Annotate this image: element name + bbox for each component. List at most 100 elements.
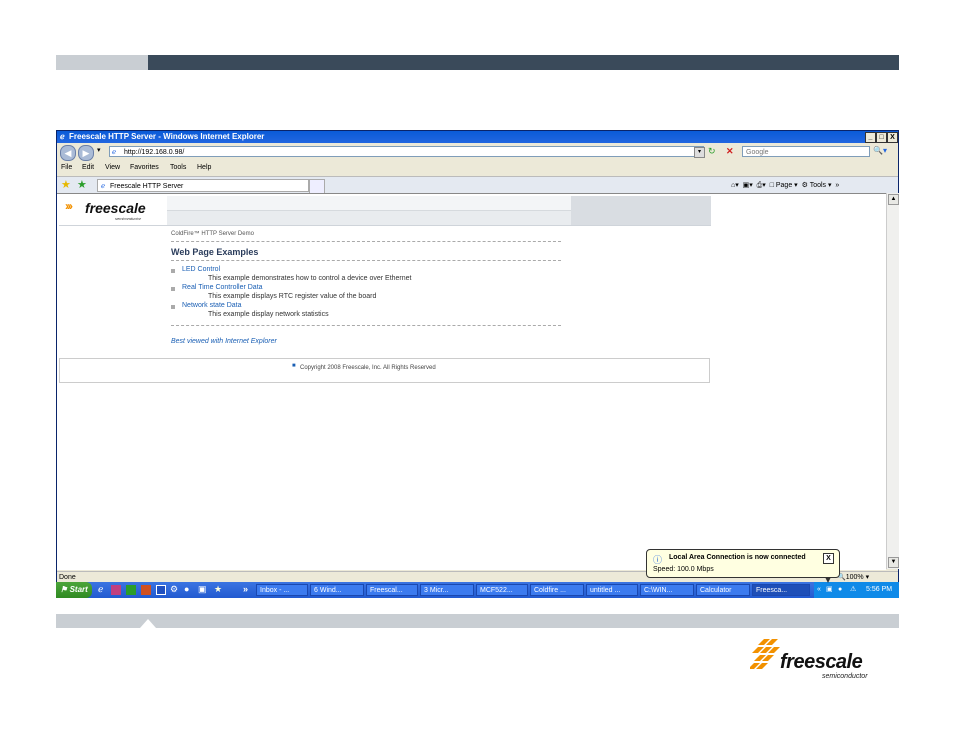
address-dropdown-icon[interactable]: ▾: [694, 147, 705, 158]
search-icon[interactable]: 🔍▾: [873, 146, 887, 155]
tab-page-icon: ℯ: [101, 183, 106, 190]
network-icon[interactable]: ▣: [826, 582, 833, 598]
new-tab-button[interactable]: [309, 179, 325, 194]
taskbar-item-freescale-ie[interactable]: Freesca...: [752, 584, 810, 596]
history-dropdown-icon[interactable]: ▾: [97, 146, 101, 154]
menu-file[interactable]: File: [61, 162, 72, 174]
notification-body: Speed: 100.0 Mbps: [653, 566, 714, 573]
desc-led-control: This example demonstrates how to control…: [208, 275, 412, 282]
refresh-icon[interactable]: ↻: [708, 146, 716, 157]
menu-edit[interactable]: Edit: [82, 162, 94, 174]
page-menu-label: Page: [775, 182, 793, 189]
scroll-up-icon[interactable]: ▲: [888, 194, 899, 205]
taskbar-item-coldfire[interactable]: Coldfire ...: [530, 584, 584, 596]
copyright-text: Copyright 2008 Freescale, Inc. All Right…: [300, 365, 436, 371]
divider: [171, 241, 561, 242]
info-icon: ⓘ: [653, 555, 663, 565]
header-band-top: [167, 196, 571, 211]
taskbar-item-freescale[interactable]: Freescal...: [366, 584, 418, 596]
notification-title: Local Area Connection is now connected: [669, 554, 806, 561]
add-favorite-icon[interactable]: ★: [77, 178, 87, 191]
stop-icon[interactable]: ✕: [726, 146, 734, 157]
copyright-bullet-icon: ■: [292, 363, 296, 369]
taskbar-item-cmd[interactable]: C:\WIN...: [640, 584, 694, 596]
slide-logo-word: freescale: [780, 651, 863, 673]
back-button[interactable]: ◀: [60, 145, 76, 161]
quicklaunch-tool-icon[interactable]: ⚙: [170, 584, 178, 595]
address-bar[interactable]: ℯ http://192.168.0.98/: [109, 146, 704, 157]
quicklaunch-word-icon[interactable]: [156, 585, 166, 595]
home-icon[interactable]: ⌂▾: [731, 182, 739, 189]
tools-menu[interactable]: ⚙ Tools ▾: [802, 182, 832, 189]
search-input[interactable]: Google: [742, 146, 870, 157]
tray-app-icon[interactable]: ●: [838, 582, 842, 598]
gear-icon: ⚙: [801, 182, 808, 189]
taskbar-item-untitled[interactable]: untitled ...: [586, 584, 638, 596]
ie-window: ℯ Freescale HTTP Server - Windows Intern…: [56, 130, 899, 598]
taskbar-more-icon[interactable]: »: [243, 584, 248, 594]
link-rtc-data[interactable]: Real Time Controller Data: [182, 284, 263, 291]
vertical-scrollbar[interactable]: ▲ ▼: [886, 193, 899, 569]
page-icon-small: □: [769, 182, 774, 189]
link-led-control[interactable]: LED Control: [182, 266, 220, 273]
slide-bottom-notch: [140, 619, 156, 628]
page-menu[interactable]: □ Page ▾: [770, 182, 798, 189]
slide-top-bar-dark: [148, 55, 899, 70]
taskbar: ⚑ Start ℯ ⚙ ● ▣ ★ » Inbox - ... 6 Wind..…: [56, 582, 899, 598]
header-right-block: [571, 196, 711, 225]
slide-freescale-logo: freescale semiconductor: [750, 637, 885, 682]
link-network-state[interactable]: Network state Data: [182, 302, 242, 309]
quicklaunch-globe-icon[interactable]: ●: [184, 584, 189, 594]
close-button[interactable]: X: [887, 132, 898, 143]
bullet-icon: [171, 287, 175, 291]
page-footer: ■ Copyright 2008 Freescale, Inc. All Rig…: [59, 358, 710, 383]
windows-flag-icon: ⚑: [60, 585, 68, 594]
maximize-button[interactable]: □: [876, 132, 887, 143]
print-icon[interactable]: ⎙▾: [757, 182, 766, 189]
quicklaunch-access-icon[interactable]: [141, 585, 151, 595]
forward-button[interactable]: ▶: [78, 145, 94, 161]
taskbar-item-windows[interactable]: 6 Wind...: [310, 584, 364, 596]
menu-favorites[interactable]: Favorites: [130, 162, 159, 174]
window-title: Freescale HTTP Server - Windows Internet…: [69, 132, 265, 141]
quicklaunch-ie-icon[interactable]: ℯ: [98, 584, 103, 595]
title-bar[interactable]: ℯ Freescale HTTP Server - Windows Intern…: [57, 131, 898, 143]
scroll-down-icon[interactable]: ▼: [888, 557, 899, 568]
quicklaunch-excel-icon[interactable]: [126, 585, 136, 595]
menu-help[interactable]: Help: [197, 162, 211, 174]
breadcrumb: ColdFire™ HTTP Server Demo: [171, 231, 254, 237]
security-icon[interactable]: ⚠: [850, 582, 856, 598]
tray-collapse-icon[interactable]: «: [817, 582, 821, 598]
taskbar-item-microsoft[interactable]: 3 Micr...: [420, 584, 474, 596]
notification-close-button[interactable]: X: [823, 553, 834, 564]
network-notification[interactable]: ⓘ Local Area Connection is now connected…: [646, 549, 840, 578]
chevron-more-icon[interactable]: »: [835, 182, 839, 189]
command-bar: ⌂▾ ▣▾ ⎙▾ □ Page ▾ ⚙ Tools ▾ »: [731, 180, 839, 192]
address-url: http://192.168.0.98/: [124, 149, 185, 156]
menu-tools[interactable]: Tools: [170, 162, 186, 174]
best-viewed-note: Best viewed with Internet Explorer: [171, 338, 277, 345]
address-row: ◀ ▶ ▾ ℯ http://192.168.0.98/ ▾ ↻ ✕ Googl…: [57, 143, 898, 161]
taskbar-item-inbox[interactable]: Inbox - ...: [256, 584, 308, 596]
quicklaunch-misc-icon[interactable]: ★: [214, 584, 222, 595]
start-button[interactable]: ⚑ Start: [56, 582, 92, 598]
minimize-button[interactable]: _: [865, 132, 876, 143]
taskbar-item-calculator[interactable]: Calculator: [696, 584, 750, 596]
freescale-chevrons-icon: ›››: [65, 199, 73, 213]
page-content: ››› freescale semiconductor ColdFire™ HT…: [57, 193, 886, 570]
slide-top-bar-light: [56, 55, 148, 70]
feeds-icon[interactable]: ▣▾: [743, 182, 753, 189]
tab-freescale[interactable]: ℯ Freescale HTTP Server: [97, 179, 309, 192]
quicklaunch-calendar-icon[interactable]: ▣: [198, 584, 207, 595]
clock[interactable]: 5:56 PM: [866, 582, 892, 598]
divider: [171, 260, 561, 261]
quicklaunch-app-icon[interactable]: [111, 585, 121, 595]
bullet-icon: [171, 305, 175, 309]
tools-menu-label: Tools: [809, 182, 827, 189]
ie-logo-icon: ℯ: [60, 132, 65, 141]
taskbar-item-mcf[interactable]: MCF522...: [476, 584, 528, 596]
divider: [171, 325, 561, 326]
tab-row: ★ ★ ℯ Freescale HTTP Server ⌂▾ ▣▾ ⎙▾ □ P…: [57, 176, 898, 194]
favorites-star-icon[interactable]: ★: [61, 178, 71, 191]
menu-view[interactable]: View: [105, 162, 120, 174]
